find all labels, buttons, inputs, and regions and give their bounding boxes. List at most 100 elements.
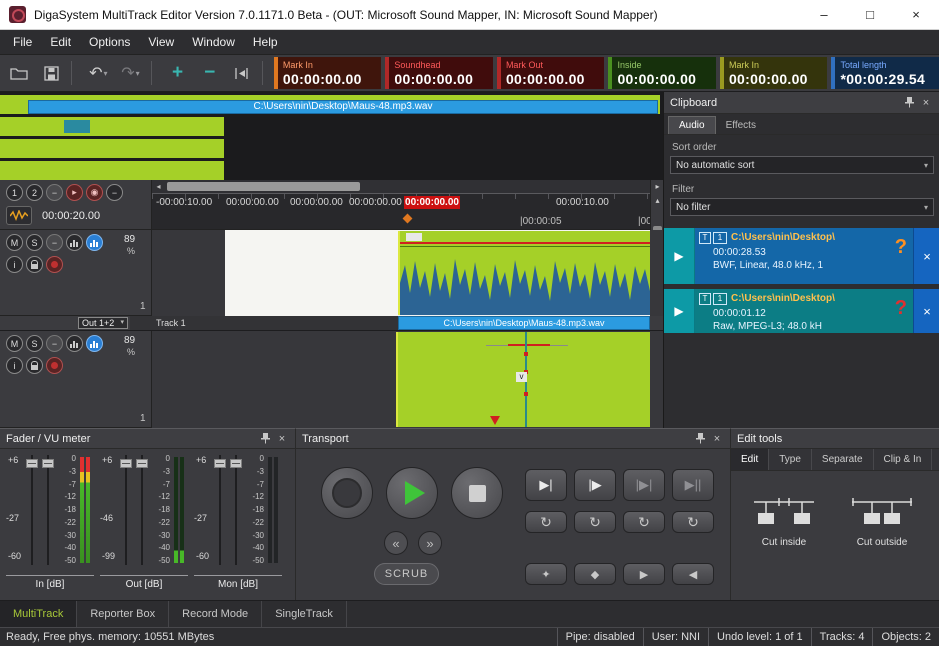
fader-slider[interactable] [230,455,242,565]
cut-inside-button[interactable]: Cut inside [739,491,829,569]
solo-button[interactable]: S [26,234,43,251]
play-between-marks-button[interactable]: |▶| [623,469,665,501]
collapse-track-button[interactable]: − [46,234,63,251]
cut-outside-button[interactable]: Cut outside [837,491,927,569]
previous-marker-button[interactable]: ◀ [672,563,714,585]
play-over-mark-button[interactable]: ▶|| [672,469,714,501]
waveform-view-button[interactable] [6,206,32,225]
sort-order-select[interactable]: No automatic sort ▾ [670,156,934,174]
horizontal-scroll-thumb[interactable] [167,182,360,191]
marker-flag[interactable] [490,416,500,425]
add-marker-button[interactable]: ✦ [525,563,567,585]
tab-type[interactable]: Type [769,449,812,470]
scrub-button[interactable]: SCRUB [374,563,439,585]
marker-2-button[interactable]: 2 [26,184,43,201]
soundhead-marker[interactable] [403,214,413,224]
pin-icon[interactable] [902,96,916,110]
tab-reporter-box[interactable]: Reporter Box [77,601,169,627]
menu-file[interactable]: File [4,30,41,54]
ruler-ticks[interactable]: -00:00:10.00 00:00:00.00 00:00:00.00 00:… [152,193,650,230]
overview-track-1[interactable]: C:\Users\nin\Desktop\Maus-48.mp3.wav [0,95,660,114]
open-folder-icon[interactable] [6,59,32,87]
clip-gain-line[interactable] [400,242,650,244]
tab-multitrack[interactable]: MultiTrack [0,601,77,627]
overview-track-4[interactable] [0,161,224,180]
marker-1-button[interactable]: 1 [6,184,23,201]
scroll-left-icon[interactable]: ◂ [152,180,165,193]
meter-active-icon[interactable] [86,234,103,251]
fader-slider[interactable] [42,455,54,565]
collapse-button[interactable]: − [46,184,63,201]
eject-button[interactable]: − [106,184,123,201]
menu-edit[interactable]: Edit [41,30,80,54]
zoom-out-icon[interactable]: − [197,59,223,87]
menu-options[interactable]: Options [80,30,139,54]
mute-button[interactable]: M [6,234,23,251]
skip-back-button[interactable]: « [384,531,408,555]
clip-gain-line[interactable] [508,344,550,346]
stop-button[interactable] [451,467,503,519]
close-panel-icon[interactable]: × [275,432,289,446]
audio-clip-track-2[interactable]: v [396,332,650,427]
close-panel-icon[interactable]: × [710,432,724,446]
fader-handle[interactable] [214,459,226,468]
undo-icon[interactable]: ↶ ▾ [85,59,111,87]
solo-button[interactable]: S [26,335,43,352]
record-button[interactable] [321,467,373,519]
tab-separate[interactable]: Separate [812,449,874,470]
menu-window[interactable]: Window [183,30,244,54]
horizontal-scrollbar[interactable]: ◂ [152,180,650,193]
tab-effects[interactable]: Effects [716,117,766,134]
pin-icon[interactable] [693,432,707,446]
overview-clip-segment[interactable] [64,120,90,133]
fader-handle[interactable] [230,459,242,468]
lock-icon[interactable] [26,357,43,374]
info-button[interactable]: i [6,256,23,273]
maximize-button[interactable]: □ [847,0,893,30]
fader-handle[interactable] [26,459,38,468]
tab-audio[interactable]: Audio [668,116,716,134]
play-clip-button[interactable]: ▶ [664,228,695,284]
remove-item-button[interactable]: × [913,228,939,284]
meter-active-icon[interactable] [86,335,103,352]
fader-slider[interactable] [214,455,226,565]
play-button[interactable] [386,467,438,519]
menu-help[interactable]: Help [244,30,287,54]
marker-button[interactable]: ◆ [574,563,616,585]
skip-forward-button[interactable]: » [418,531,442,555]
loop-button[interactable]: ↻ [525,511,567,533]
loop-button[interactable]: ↻ [574,511,616,533]
meter-icon[interactable] [66,335,83,352]
fader-handle[interactable] [42,459,54,468]
lock-icon[interactable] [26,256,43,273]
timeline-ruler[interactable]: ◂ -00:00:10.00 00:00:00.00 00:00:00.00 0… [152,180,650,230]
record-arm-button[interactable] [46,357,63,374]
tab-record-mode[interactable]: Record Mode [169,601,262,627]
mute-button[interactable]: M [6,335,23,352]
fader-slider[interactable] [120,455,132,565]
pin-icon[interactable] [258,432,272,446]
clipboard-item[interactable]: ▶ T 1 C:\Users\nin\Desktop\ 00:00:28.53 … [664,228,939,284]
overview-track-2[interactable] [0,117,224,136]
overview-track-3[interactable] [0,139,224,158]
zoom-in-icon[interactable]: + [165,59,191,87]
edit-node[interactable] [524,392,528,396]
tab-clip-in[interactable]: Clip & In [874,449,933,470]
playhead-time[interactable]: 00:00:00.00 [404,196,460,209]
fader-handle[interactable] [136,459,148,468]
fader-slider[interactable] [26,455,38,565]
fader-handle[interactable] [120,459,132,468]
tab-edit[interactable]: Edit [731,449,769,470]
overview-clip-title[interactable]: C:\Users\nin\Desktop\Maus-48.mp3.wav [28,100,658,114]
audio-clip-track-1[interactable] [398,231,650,315]
redo-icon[interactable]: ↷ ▾ [117,59,143,87]
record-arm-button[interactable] [46,256,63,273]
filter-select[interactable]: No filter ▾ [670,198,934,216]
auto-play-button[interactable]: ▸ [66,184,83,201]
loop-button[interactable]: ↻ [672,511,714,533]
close-panel-icon[interactable]: × [919,96,933,110]
menu-view[interactable]: View [139,30,183,54]
loop-button[interactable]: ↻ [623,511,665,533]
info-button[interactable]: i [6,357,23,374]
fader-slider[interactable] [136,455,148,565]
